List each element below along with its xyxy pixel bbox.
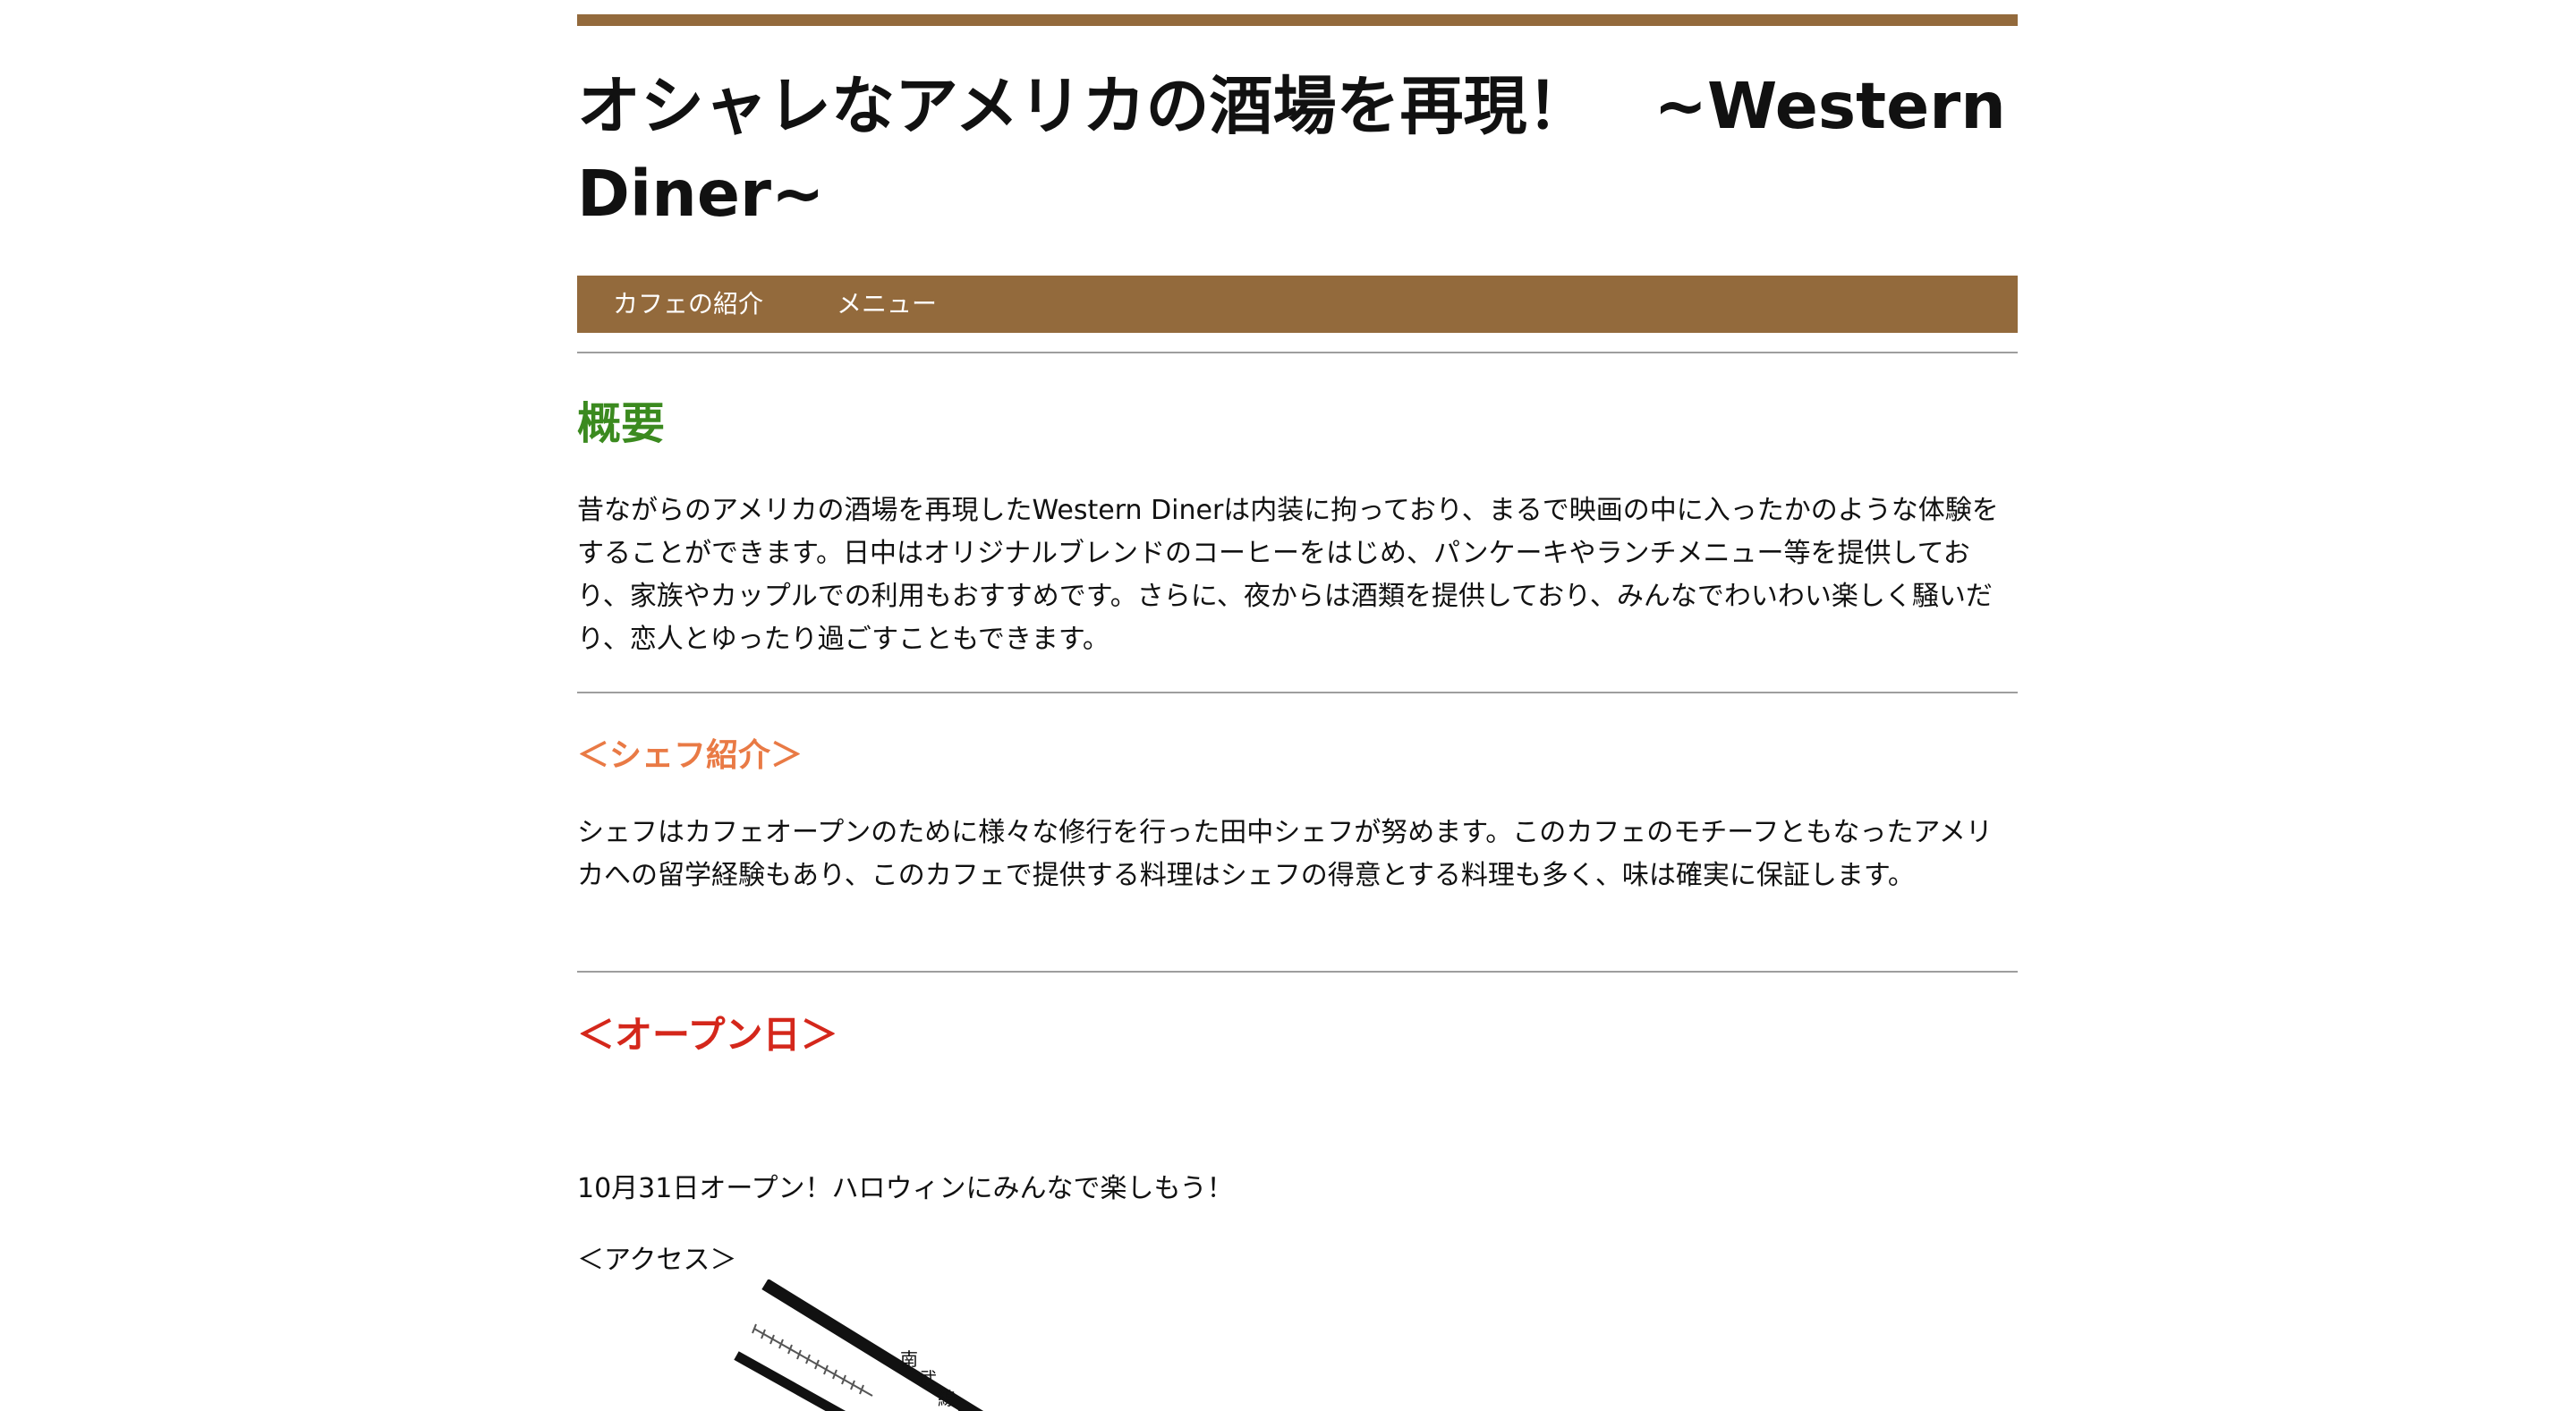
opening-heading: ＜オープン日＞ <box>577 1013 838 1057</box>
map-label: 南 <box>900 1348 918 1370</box>
main-nav: カフェの紹介 メニュー <box>577 276 2018 333</box>
map-label: 線 <box>938 1388 956 1409</box>
overview-text: 昔ながらのアメリカの酒場を再現したWestern Dinerは内装に拘っており、… <box>577 495 1999 655</box>
nav-item-menu[interactable]: メニュー <box>837 276 937 333</box>
map-label: 武 <box>919 1368 937 1390</box>
divider <box>577 971 2018 973</box>
chef-text: シェフはカフェオープンのために様々な修行を行った田中シェフが努めます。このカフェ… <box>577 817 1993 891</box>
opening-text: 10月31日オープン！ハロウィンにみんなで楽しもう！ <box>577 1173 1234 1204</box>
header-accent-bar <box>577 14 2018 26</box>
nav-item-cafe-intro[interactable]: カフェの紹介 <box>613 276 763 333</box>
map-label: 沿 <box>956 1407 974 1411</box>
site-title: オシャレなアメリカの酒場を再現！ ~Western Diner~ <box>577 69 2006 231</box>
access-map-image: 南 武 線 沿 <box>734 1279 984 1411</box>
access-map: 南 武 線 沿 <box>729 1279 998 1411</box>
divider <box>577 692 2018 693</box>
chef-heading: ＜シェフ紹介＞ <box>577 737 803 774</box>
overview-heading: 概要 <box>577 398 666 449</box>
access-label: ＜アクセス＞ <box>577 1245 737 1276</box>
divider <box>577 352 2018 353</box>
